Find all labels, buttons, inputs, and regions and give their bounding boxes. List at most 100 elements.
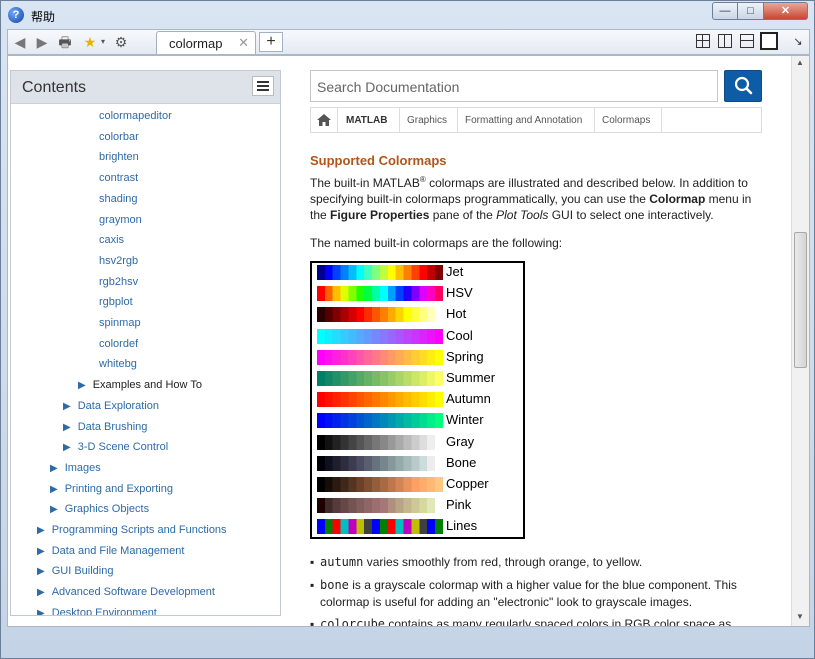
scroll-down-icon[interactable]: ▼: [796, 612, 804, 621]
chevron-right-icon[interactable]: ▶: [50, 504, 58, 515]
favorites-icon[interactable]: ★: [80, 33, 100, 51]
sidebar-item[interactable]: graymon: [99, 214, 142, 226]
chevron-right-icon[interactable]: ▶: [37, 546, 45, 557]
new-tab-button[interactable]: +: [259, 32, 283, 52]
chevron-right-icon[interactable]: ▶: [63, 422, 71, 433]
named-colormaps-text: The named built-in colormaps are the fol…: [310, 236, 563, 250]
chevron-right-icon[interactable]: ▶: [63, 442, 71, 453]
sidebar-item[interactable]: ▶ Data Brushing: [63, 421, 147, 433]
sidebar-item[interactable]: contrast: [99, 172, 138, 184]
colormap-name: HSV: [446, 285, 473, 301]
sidebar-toggle-icon[interactable]: [252, 76, 274, 96]
chevron-right-icon[interactable]: ▶: [37, 525, 45, 536]
colormap-bar: [317, 392, 443, 408]
sidebar-item[interactable]: ▶ Advanced Software Development: [37, 586, 215, 598]
colormap-bar: [317, 349, 443, 365]
settings-icon[interactable]: ⚙: [112, 33, 130, 51]
colormap-name: Spring: [446, 348, 484, 364]
chevron-right-icon[interactable]: ▶: [37, 587, 45, 598]
doc-page: Search Documentation MATLAB Graphics For…: [308, 56, 770, 627]
sidebar-item[interactable]: ▶ Images: [50, 462, 101, 474]
chevron-right-icon[interactable]: ▶: [50, 463, 58, 474]
breadcrumb-colormaps[interactable]: Colormaps: [602, 115, 650, 126]
tab-close-icon[interactable]: ✕: [238, 35, 249, 51]
sidebar-item-label: Advanced Software Development: [51, 586, 215, 599]
search-icon: [734, 76, 753, 95]
colormap-name: Cool: [446, 327, 473, 343]
colormap-description-text: varies smoothly from red, through orange…: [363, 555, 643, 569]
breadcrumb-matlab[interactable]: MATLAB: [346, 115, 387, 126]
sidebar-item-label: Data Brushing: [77, 420, 148, 433]
minimize-button[interactable]: —: [712, 2, 738, 20]
scroll-up-icon[interactable]: ▲: [796, 58, 804, 67]
chevron-right-icon[interactable]: ▶: [37, 608, 45, 615]
sidebar-item[interactable]: ▶ Examples and How To: [78, 379, 202, 391]
favorites-dropdown-icon[interactable]: ▾: [99, 33, 107, 51]
sidebar-item[interactable]: ▶ Programming Scripts and Functions: [37, 524, 227, 536]
colormap-name: Hot: [446, 306, 467, 322]
sidebar-item[interactable]: rgb2hsv: [99, 276, 138, 288]
intro-paragraph: The built-in MATLAB® colormaps are illus…: [310, 172, 760, 223]
intro-plot-tools: Plot Tools: [496, 208, 549, 222]
sidebar-item[interactable]: spinmap: [99, 317, 141, 329]
sidebar-item-label: graymon: [99, 213, 142, 226]
sidebar-item[interactable]: colorbar: [99, 131, 139, 143]
sidebar-item[interactable]: colormapeditor: [99, 110, 172, 122]
chevron-right-icon[interactable]: ▶: [50, 484, 58, 495]
sidebar-item[interactable]: ▶ Graphics Objects: [50, 503, 149, 515]
colormap-description-text: contains as many regularly spaced colors…: [385, 617, 732, 627]
back-icon[interactable]: ◀: [12, 33, 28, 51]
close-button[interactable]: ✕: [764, 2, 808, 20]
breadcrumb: MATLAB Graphics Formatting and Annotatio…: [310, 107, 762, 133]
sidebar-item[interactable]: brighten: [99, 151, 139, 163]
forward-icon[interactable]: ▶: [34, 33, 50, 51]
colormap-bar: [317, 328, 443, 344]
colormap-name: Autumn: [446, 391, 491, 407]
home-icon[interactable]: [316, 113, 332, 127]
sidebar-item[interactable]: rgbplot: [99, 296, 133, 308]
sidebar-item[interactable]: ▶ GUI Building: [37, 565, 113, 577]
scroll-thumb[interactable]: [794, 232, 807, 368]
sidebar-item-label: rgbplot: [99, 296, 133, 309]
sidebar-item[interactable]: ▶ Data Exploration: [63, 400, 159, 412]
layout-single-icon[interactable]: [760, 32, 778, 50]
layout-vertical-split-icon[interactable]: [718, 34, 732, 48]
sidebar-item-label: Printing and Exporting: [64, 482, 173, 495]
bullet-icon: ▪: [310, 578, 315, 592]
sidebar-item-label: shading: [99, 192, 138, 205]
chevron-right-icon[interactable]: ▶: [63, 401, 71, 412]
colormap-bar: [317, 286, 443, 302]
sidebar-item-label: GUI Building: [51, 565, 114, 578]
sidebar-item[interactable]: ▶ Data and File Management: [37, 545, 184, 557]
colormap-name: Gray: [446, 433, 475, 449]
search-input[interactable]: Search Documentation: [310, 70, 718, 102]
help-window: ? 帮助 — □ ✕ ◀ ▶ 🖶 ★ ▾ ⚙ colormap ✕ + ↘ Co…: [0, 0, 815, 659]
tab-colormap[interactable]: colormap ✕: [156, 31, 256, 54]
layout-horizontal-split-icon[interactable]: [740, 34, 754, 48]
sidebar-item[interactable]: ▶ Printing and Exporting: [50, 483, 173, 495]
sidebar-item[interactable]: shading: [99, 193, 138, 205]
print-icon[interactable]: 🖶: [56, 33, 74, 51]
content-area: Contents colormapeditor colorbar brighten c…: [7, 55, 810, 627]
maximize-button[interactable]: □: [738, 2, 764, 20]
sidebar-item-label: colorbar: [99, 130, 139, 143]
sidebar-item[interactable]: whitebg: [99, 358, 137, 370]
vertical-scrollbar[interactable]: ▲ ▼: [791, 56, 809, 626]
intro-text-5: GUI to select one interactively.: [548, 208, 714, 222]
layout-grid-icon[interactable]: [696, 34, 710, 48]
intro-figure-properties: Figure Properties: [330, 208, 430, 222]
sidebar-item[interactable]: colordef: [99, 338, 138, 350]
breadcrumb-graphics[interactable]: Graphics: [407, 115, 447, 126]
sidebar-item-label: Programming Scripts and Functions: [51, 524, 227, 536]
sidebar-item[interactable]: caxis: [99, 234, 124, 246]
sidebar-item[interactable]: ▶ Desktop Environment: [37, 607, 157, 615]
pin-icon[interactable]: ↘: [791, 33, 805, 51]
sidebar-item[interactable]: ▶ 3-D Scene Control: [63, 441, 168, 453]
sidebar-item-label: colordef: [99, 337, 139, 350]
chevron-right-icon[interactable]: ▶: [78, 380, 86, 391]
title-bar[interactable]: ? 帮助 — □ ✕: [1, 1, 814, 29]
sidebar-item[interactable]: hsv2rgb: [99, 255, 138, 267]
breadcrumb-formatting[interactable]: Formatting and Annotation: [465, 115, 582, 126]
search-button[interactable]: [724, 70, 762, 102]
chevron-right-icon[interactable]: ▶: [37, 566, 45, 577]
